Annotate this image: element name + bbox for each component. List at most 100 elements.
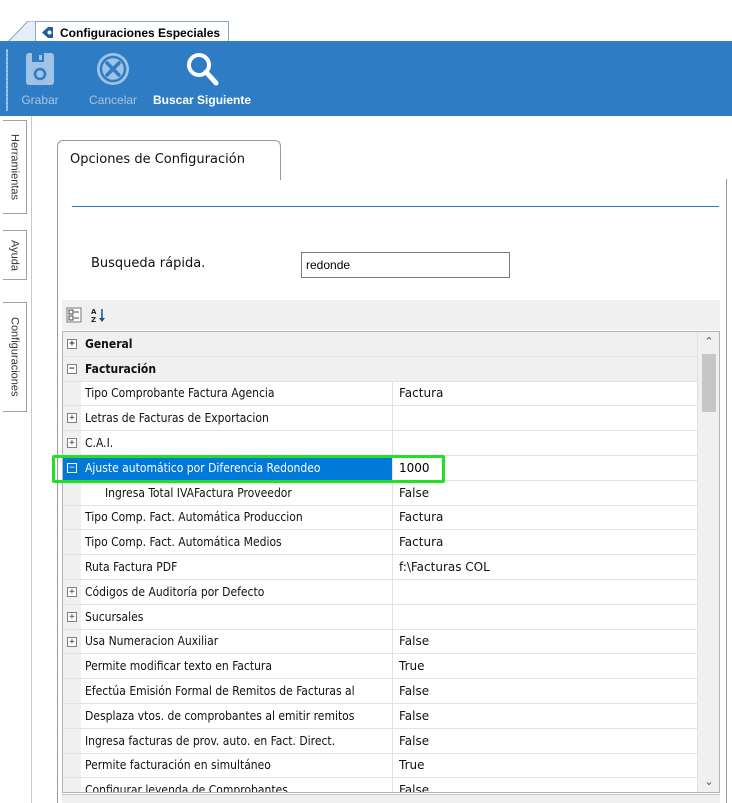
- property-name: − Facturación: [63, 357, 393, 381]
- grid-category-row[interactable]: − Facturación: [63, 356, 697, 382]
- property-value[interactable]: 1000: [393, 461, 697, 475]
- property-grid-rows: + General − Facturación Tipo Comprobante Fac…: [63, 332, 697, 792]
- grid-category-row[interactable]: + General: [63, 332, 697, 357]
- property-name-text: C.A.I.: [85, 436, 114, 451]
- toolbar-grip[interactable]: [6, 49, 8, 111]
- property-name: Tipo Comp. Fact. Automática Medios: [63, 530, 393, 555]
- svg-text:A: A: [91, 308, 97, 316]
- expand-plus-icon[interactable]: +: [67, 636, 77, 647]
- grid-property-row[interactable]: Configurar leyenda de Comprobantes False: [63, 778, 697, 792]
- property-name: Ingresa Total IVAFactura Proveedor: [63, 480, 393, 505]
- property-name-text: Tipo Comp. Fact. Automática Produccion: [85, 510, 303, 525]
- property-value[interactable]: Factura: [393, 386, 697, 400]
- property-name: + Códigos de Auditoría por Defecto: [63, 579, 393, 604]
- cancel-button-label: Cancelar: [89, 93, 138, 107]
- section-divider: [72, 206, 719, 207]
- collapse-minus-icon[interactable]: −: [67, 462, 77, 473]
- grid-property-row[interactable]: + Letras de Facturas de Exportacion: [63, 406, 697, 432]
- toolbar: Grabar Cancelar Buscar Siguiente: [0, 43, 732, 116]
- property-grid-toolbar: A Z: [62, 300, 720, 330]
- cancel-button[interactable]: Cancelar: [89, 49, 137, 107]
- grid-property-row[interactable]: Efectúa Emisión Formal de Remitos de Fac…: [63, 679, 697, 704]
- property-name-text: Usa Numeracion Auxiliar: [85, 634, 219, 649]
- find-next-button[interactable]: Buscar Siguiente: [153, 49, 251, 107]
- property-name-text: Ajuste automático por Diferencia Redonde…: [85, 460, 321, 475]
- property-name-text: Tipo Comprobante Factura Agencia: [85, 386, 275, 401]
- quick-search-label: Busqueda rápida.: [91, 256, 206, 271]
- property-name: Ruta Factura PDF: [63, 555, 393, 579]
- categorized-view-icon[interactable]: [66, 307, 82, 323]
- property-name-text: Ingresa facturas de prov. auto. en Fact.…: [85, 733, 336, 748]
- grid-property-row[interactable]: Desplaza vtos. de comprobantes al emitir…: [63, 703, 697, 729]
- property-name: Tipo Comp. Fact. Automática Produccion: [63, 505, 393, 530]
- grid-property-row[interactable]: − Ajuste automático por Diferencia Redond…: [63, 455, 697, 481]
- property-name: + General: [63, 332, 393, 356]
- grid-property-row[interactable]: Ruta Factura PDF f:\Facturas COL: [63, 555, 697, 580]
- side-tab-ayuda[interactable]: Ayuda: [3, 230, 27, 280]
- save-button-label: Grabar: [21, 93, 59, 107]
- floppy-disk-icon: [26, 53, 54, 85]
- property-value[interactable]: True: [393, 758, 697, 772]
- property-name: + Letras de Facturas de Exportacion: [63, 406, 393, 431]
- save-button[interactable]: Grabar: [20, 49, 60, 107]
- window-tab-configuraciones[interactable]: Configuraciones Especiales: [35, 21, 230, 43]
- property-value[interactable]: False: [393, 783, 697, 792]
- side-tab-configuraciones[interactable]: Configuraciones: [3, 302, 27, 412]
- side-tab-label: Configuraciones: [8, 317, 21, 397]
- property-value[interactable]: False: [393, 486, 697, 500]
- property-name-text: Ruta Factura PDF: [85, 560, 178, 575]
- property-name-text: Códigos de Auditoría por Defecto: [85, 584, 265, 599]
- scrollbar-thumb[interactable]: [702, 354, 716, 412]
- grid-property-row[interactable]: Permite facturación en simultáneo True: [63, 753, 697, 779]
- scroll-up-icon[interactable]: ⌃: [698, 332, 719, 352]
- tab-strip-decoration: [8, 21, 36, 42]
- property-value[interactable]: False: [393, 684, 697, 698]
- scroll-down-icon[interactable]: ⌄: [698, 772, 719, 792]
- vertical-scrollbar[interactable]: ⌃ ⌄: [697, 332, 719, 792]
- property-value[interactable]: Factura: [393, 510, 697, 524]
- quick-search-input[interactable]: [301, 252, 510, 278]
- grid-description-area: [62, 794, 720, 803]
- property-value[interactable]: False: [393, 734, 697, 748]
- grid-property-row[interactable]: + C.A.I.: [63, 431, 697, 456]
- property-name-text: Desplaza vtos. de comprobantes al emitir…: [85, 708, 355, 723]
- grid-property-row[interactable]: Tipo Comprobante Factura Agencia Factura: [63, 381, 697, 407]
- grid-property-row[interactable]: + Códigos de Auditoría por Defecto: [63, 579, 697, 605]
- grid-property-row[interactable]: Permite modificar texto en Factura True: [63, 654, 697, 680]
- expand-plus-icon[interactable]: +: [67, 438, 77, 449]
- collapse-minus-icon[interactable]: −: [67, 363, 77, 374]
- grid-property-row[interactable]: + Usa Numeracion Auxiliar False: [63, 629, 697, 655]
- expand-plus-icon[interactable]: +: [67, 413, 77, 424]
- side-tab-herramientas[interactable]: Herramientas: [3, 120, 27, 214]
- property-name: Desplaza vtos. de comprobantes al emitir…: [63, 703, 393, 728]
- side-tab-strip: Herramientas Ayuda Configuraciones: [0, 116, 32, 803]
- magnifier-icon: [187, 53, 219, 86]
- property-name: Efectúa Emisión Formal de Remitos de Fac…: [63, 679, 393, 703]
- property-name: − Ajuste automático por Diferencia Redond…: [63, 455, 393, 480]
- property-value[interactable]: f:\Facturas COL: [393, 560, 697, 574]
- tab-opciones-de-configuracion[interactable]: Opciones de Configuración: [57, 140, 281, 180]
- property-name: Permite facturación en simultáneo: [63, 753, 393, 778]
- expand-plus-icon[interactable]: +: [67, 339, 77, 349]
- property-name: Ingresa facturas de prov. auto. en Fact.…: [63, 728, 393, 753]
- property-name: + C.A.I.: [63, 431, 393, 455]
- grid-property-row[interactable]: Ingresa Total IVAFactura Proveedor False: [63, 480, 697, 506]
- expand-plus-icon[interactable]: +: [67, 586, 77, 597]
- property-grid[interactable]: + General − Facturación Tipo Comprobante Fac…: [62, 331, 720, 793]
- property-name-text: Ingresa Total IVAFactura Proveedor: [105, 485, 292, 500]
- property-value[interactable]: False: [393, 634, 697, 648]
- property-name-text: Letras de Facturas de Exportacion: [85, 411, 269, 426]
- grid-property-row[interactable]: Tipo Comp. Fact. Automática Medios Factur…: [63, 530, 697, 556]
- cancel-circle-icon: [97, 53, 130, 85]
- property-name-text: Tipo Comp. Fact. Automática Medios: [85, 535, 282, 550]
- property-name-text: General: [85, 336, 133, 351]
- alphabetical-sort-icon[interactable]: A Z: [90, 307, 106, 323]
- grid-property-row[interactable]: Tipo Comp. Fact. Automática Produccion Fa…: [63, 505, 697, 531]
- property-value[interactable]: False: [393, 709, 697, 723]
- property-value[interactable]: Factura: [393, 535, 697, 549]
- expand-plus-icon[interactable]: +: [67, 611, 77, 622]
- grid-property-row[interactable]: Ingresa facturas de prov. auto. en Fact.…: [63, 728, 697, 754]
- property-value[interactable]: True: [393, 659, 697, 673]
- grid-property-row[interactable]: + Sucursales: [63, 604, 697, 630]
- property-name: Configurar leyenda de Comprobantes: [63, 778, 393, 792]
